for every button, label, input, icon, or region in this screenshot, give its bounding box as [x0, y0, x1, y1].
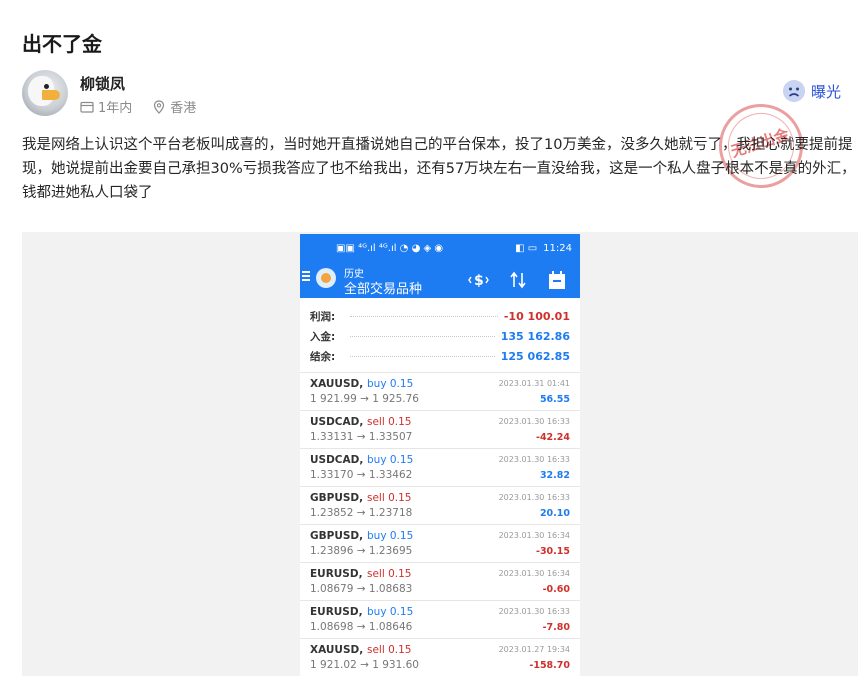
avatar[interactable]	[22, 70, 68, 116]
sort-arrows-icon[interactable]	[508, 270, 528, 290]
header-title[interactable]: 全部交易品种	[344, 278, 422, 297]
trade-side: sell 0.15	[367, 568, 412, 580]
trade-time: 2023.01.30 16:33	[498, 493, 570, 502]
svg-text:$: $	[474, 273, 484, 289]
trade-time: 2023.01.30 16:33	[498, 417, 570, 426]
trade-time: 2023.01.30 16:33	[498, 455, 570, 464]
trade-side: sell 0.15	[367, 644, 412, 656]
trade-price: 1 921.02 → 1 931.60	[310, 659, 419, 671]
trade-symbol: USDCAD,	[310, 416, 364, 428]
summary-row: 利润: -10 100.01	[310, 306, 570, 326]
trade-time: 2023.01.30 16:34	[498, 569, 570, 578]
trade-profit: 32.82	[539, 470, 570, 481]
trade-price: 1.33131 → 1.33507	[310, 431, 413, 443]
trade-price: 1.08698 → 1.08646	[310, 621, 413, 633]
status-bar: ▣▣ ⁴ᴳ.ıl ⁴ᴳ.ıl ◔ ◕ ◈ ◉ ◧ ▭ 11:24	[300, 234, 580, 262]
author-name[interactable]: 柳锁凤	[80, 73, 125, 94]
app-header: 历史 全部交易品种 $	[300, 262, 580, 298]
eagle-eye	[44, 84, 49, 89]
summary-value: -10 100.01	[503, 309, 570, 323]
post-location: 香港	[170, 101, 197, 116]
calendar-icon	[80, 101, 94, 113]
summary-label: 入金:	[310, 330, 336, 343]
status-time: 11:24	[543, 242, 572, 254]
trade-side: buy 0.15	[367, 378, 414, 390]
post-title: 出不了金	[22, 32, 102, 56]
trade-profit: -42.24	[536, 432, 570, 443]
trade-time: 2023.01.30 16:33	[498, 607, 570, 616]
trade-time: 2023.01.31 01:41	[498, 379, 570, 388]
trade-list: XAUUSD, buy 0.15 1 921.99 → 1 925.76 2023.0…	[300, 373, 580, 676]
summary-row: 结余: 125 062.85	[310, 346, 570, 366]
summary-label: 利润:	[310, 310, 336, 323]
summary-value: 135 162.86	[500, 329, 570, 343]
trade-price: 1.23896 → 1.23695	[310, 545, 413, 557]
trade-profit: 56.55	[539, 394, 570, 405]
calendar-icon[interactable]	[548, 270, 566, 290]
eagle-beak	[42, 90, 60, 100]
menu-icon[interactable]	[302, 271, 310, 281]
account-summary: 利润: -10 100.01 入金: 135 162.86 结余: 125 06…	[300, 298, 580, 373]
trade-price: 1.08679 → 1.08683	[310, 583, 413, 595]
trade-side: sell 0.15	[367, 492, 412, 504]
trade-time: 2023.01.27 19:34	[498, 645, 570, 654]
sad-face-icon	[783, 80, 805, 102]
trade-row[interactable]: EURUSD, sell 0.15 1.08679 → 1.08683 2023.01…	[300, 563, 580, 601]
trade-row[interactable]: GBPUSD, buy 0.15 1.23896 → 1.23695 2023.01.…	[300, 525, 580, 563]
trade-price: 1.23852 → 1.23718	[310, 507, 413, 519]
trade-row[interactable]: GBPUSD, sell 0.15 1.23852 → 1.23718 2023.01…	[300, 487, 580, 525]
trade-symbol: GBPUSD,	[310, 492, 364, 504]
trade-side: buy 0.15	[367, 530, 414, 542]
trade-symbol: USDCAD,	[310, 454, 364, 466]
trade-profit: -158.70	[529, 660, 570, 671]
post-meta: 1年内 香港	[80, 97, 196, 116]
trade-row[interactable]: USDCAD, sell 0.15 1.33131 → 1.33507 2023.01…	[300, 411, 580, 449]
trade-price: 1.33170 → 1.33462	[310, 469, 413, 481]
trade-profit: 20.10	[539, 508, 570, 519]
trade-time: 2023.01.30 16:34	[498, 531, 570, 540]
trade-row[interactable]: EURUSD, buy 0.15 1.08698 → 1.08646 2023.01.…	[300, 601, 580, 639]
post-time: 1年内	[98, 101, 133, 116]
trade-symbol: EURUSD,	[310, 568, 363, 580]
trade-row[interactable]: USDCAD, buy 0.15 1.33170 → 1.33462 2023.01.…	[300, 449, 580, 487]
status-icons-right: ◧ ▭	[515, 242, 538, 254]
trade-row[interactable]: XAUUSD, buy 0.15 1 921.99 → 1 925.76 2023.0…	[300, 373, 580, 411]
summary-label: 结余:	[310, 350, 336, 363]
summary-row: 入金: 135 162.86	[310, 326, 570, 346]
trade-side: buy 0.15	[367, 606, 414, 618]
trade-row[interactable]: XAUUSD, sell 0.15 1 921.02 → 1 931.60 2023.…	[300, 639, 580, 676]
expose-badge[interactable]: 曝光	[783, 80, 841, 102]
trade-symbol: EURUSD,	[310, 606, 363, 618]
trade-profit: -0.60	[542, 584, 570, 595]
trade-symbol: XAUUSD,	[310, 644, 364, 656]
expose-label: 曝光	[811, 82, 842, 101]
trading-screenshot[interactable]: ▣▣ ⁴ᴳ.ıl ⁴ᴳ.ıl ◔ ◕ ◈ ◉ ◧ ▭ 11:24 历史 全部交易…	[300, 234, 580, 676]
trade-price: 1 921.99 → 1 925.76	[310, 393, 419, 405]
summary-value: 125 062.85	[500, 349, 570, 363]
trade-side: buy 0.15	[367, 454, 414, 466]
trade-profit: -30.15	[536, 546, 570, 557]
post-body: 我是网络上认识这个平台老板叫成喜的，当时她开直播说她自己的平台保本，投了10万美…	[22, 137, 856, 201]
trade-symbol: XAUUSD,	[310, 378, 364, 390]
app-logo-icon	[316, 268, 336, 288]
dollar-sort-icon[interactable]: $	[468, 270, 490, 290]
trade-symbol: GBPUSD,	[310, 530, 364, 542]
trade-side: sell 0.15	[367, 416, 412, 428]
location-pin-icon	[154, 99, 165, 114]
status-icons-left: ▣▣ ⁴ᴳ.ıl ⁴ᴳ.ıl ◔ ◕ ◈ ◉	[336, 242, 444, 254]
trade-profit: -7.80	[542, 622, 570, 633]
